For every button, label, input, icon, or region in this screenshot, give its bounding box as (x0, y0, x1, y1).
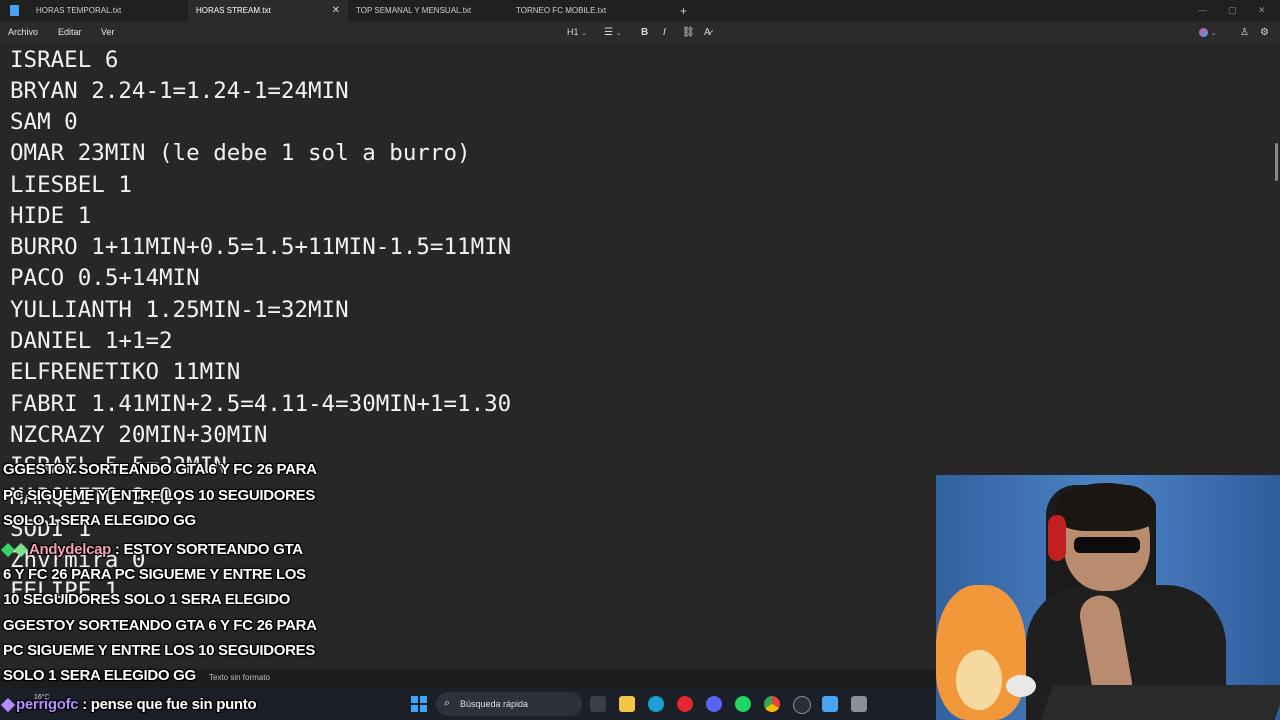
editor-line: OMAR 23MIN (le debe 1 sol a burro) (10, 140, 471, 166)
search-label: Búsqueda rápida (460, 699, 529, 709)
editor-line: NZCRAZY 20MIN+30MIN (10, 422, 268, 448)
menu-edit[interactable]: Editar (58, 22, 82, 43)
chat-text: SOLO 1 SERA ELEGIDO GG (3, 667, 196, 684)
tab-torneo-fc[interactable]: TORNEO FC MOBILE.txt (508, 0, 668, 22)
chat-username[interactable]: Andydelcap (29, 541, 111, 558)
editor-line: BRYAN 2.24-1=1.24-1=24MIN (10, 78, 349, 104)
sparkle-badge-icon (13, 542, 29, 558)
chat-username[interactable]: perrigofc (16, 696, 79, 713)
discord-icon[interactable] (706, 696, 722, 712)
list-icon: ☰ (604, 27, 613, 38)
chrome-icon[interactable] (764, 696, 780, 712)
editor-line: FABRI 1.41MIN+2.5=4.11-4=30MIN+1=1.30 (10, 391, 512, 417)
mouse (1006, 675, 1036, 697)
subscriber-badge-icon (0, 542, 16, 558)
chat-text: GGESTOY SORTEANDO GTA 6 Y FC 26 PARA (3, 461, 317, 478)
close-window-icon[interactable]: ✕ (1258, 0, 1266, 20)
link-icon[interactable]: ⛓ (682, 22, 695, 43)
list-dropdown[interactable]: ☰ ⌄ (604, 22, 622, 44)
spotify-icon[interactable] (735, 696, 751, 712)
chat-line: 10 SEGUIDORES SOLO 1 SERA ELEGIDO (3, 591, 290, 608)
tab-horas-stream[interactable]: HORAS STREAM.txt ✕ (188, 0, 348, 22)
tab-label: HORAS TEMPORAL.txt (36, 6, 122, 15)
format-status[interactable]: Texto sin formato (209, 673, 270, 682)
chat-line: 6 Y FC 26 PARA PC SIGUEME Y ENTRE LOS (3, 566, 306, 583)
chat-text: GGESTOY SORTEANDO GTA 6 Y FC 26 PARA (3, 617, 317, 634)
editor-line: HIDE 1 (10, 203, 92, 229)
chevron-down-icon: ⌄ (1210, 30, 1217, 37)
chat-line: SOLO 1 SERA ELEGIDO GG (3, 667, 196, 684)
edge-icon[interactable] (648, 696, 664, 712)
tab-label: TORNEO FC MOBILE.txt (516, 6, 607, 15)
chat-line: GGESTOY SORTEANDO GTA 6 Y FC 26 PARA (3, 461, 317, 478)
chat-line: Andydelcap : ESTOY SORTEANDO GTA (0, 541, 303, 558)
italic-button[interactable]: I (663, 22, 666, 43)
editor-line: ELFRENETIKO 11MIN (10, 359, 241, 385)
copilot-icon[interactable]: ⌄ (1199, 22, 1217, 44)
chat-text: PC SIGUEME Y ENTRE LOS 10 SEGUIDORES (3, 642, 316, 659)
chat-line: perrigofc : pense que fue sin punto (0, 696, 257, 713)
bold-button[interactable]: B (641, 22, 648, 43)
tab-label: HORAS STREAM.txt (196, 6, 271, 15)
editor-line: YULLIANTH 1.25MIN-1=32MIN (10, 297, 349, 323)
chat-text: PC SIGUEME Y ENTRE LOS 10 SEGUIDORES (3, 487, 316, 504)
chat-text: : pense que fue sin punto (82, 696, 257, 713)
menu-file[interactable]: Archivo (8, 22, 38, 43)
chat-line: PC SIGUEME Y ENTRE LOS 10 SEGUIDORES (3, 642, 315, 659)
chat-text: SOLO 1 SERA ELEGIDO GG (3, 512, 196, 529)
menu-bar: Archivo Editar Ver H1 ⌄ ☰ ⌄ B I ⛓ A̷ ⌄ ♙… (0, 22, 1280, 43)
account-icon[interactable]: ♙ (1240, 22, 1249, 43)
webcam-overlay (936, 475, 1280, 720)
vertical-scrollbar[interactable] (1275, 143, 1278, 181)
start-button[interactable] (411, 696, 427, 712)
tab-horas-temporal[interactable]: HORAS TEMPORAL.txt (28, 0, 188, 22)
opera-icon[interactable] (677, 696, 693, 712)
tab-label: TOP SEMANAL Y MENSUAL.txt (356, 6, 472, 15)
chevron-down-icon: ⌄ (581, 30, 587, 37)
file-explorer-icon[interactable] (619, 696, 635, 712)
subscriber-badge-icon (0, 697, 16, 713)
notepad-app-icon (10, 5, 19, 16)
editor-line: DANIEL 1+1=2 (10, 328, 173, 354)
clear-format-icon[interactable]: A̷ (704, 22, 711, 43)
chat-text: : ESTOY SORTEANDO GTA (114, 541, 303, 558)
heading-dropdown[interactable]: H1 ⌄ (567, 22, 587, 44)
maximize-icon[interactable]: ▢ (1228, 0, 1237, 20)
taskbar-search[interactable]: ⌕ Búsqueda rápida (436, 692, 582, 716)
sunglasses (1074, 537, 1140, 553)
calculator-icon[interactable] (851, 696, 867, 712)
tab-top-semanal[interactable]: TOP SEMANAL Y MENSUAL.txt (348, 0, 508, 22)
notepad-icon[interactable] (822, 696, 838, 712)
editor-line: SAM 0 (10, 109, 78, 135)
headset (1048, 515, 1066, 561)
new-tab-button[interactable]: + (680, 0, 687, 22)
chat-text: 6 Y FC 26 PARA PC SIGUEME Y ENTRE LOS (3, 566, 306, 583)
close-tab-icon[interactable]: ✕ (332, 0, 340, 22)
menu-view[interactable]: Ver (101, 22, 115, 43)
chat-line: GGESTOY SORTEANDO GTA 6 Y FC 26 PARA (3, 617, 317, 634)
search-icon: ⌕ (444, 697, 451, 709)
obs-icon[interactable] (793, 696, 811, 714)
heading-label: H1 (567, 27, 579, 37)
task-view-icon[interactable] (590, 696, 606, 712)
chat-line: SOLO 1 SERA ELEGIDO GG (3, 512, 196, 529)
chat-text: 10 SEGUIDORES SOLO 1 SERA ELEGIDO (3, 591, 291, 608)
editor-line: LIESBEL 1 (10, 172, 132, 198)
tab-bar: HORAS TEMPORAL.txt HORAS STREAM.txt ✕ TO… (0, 0, 1280, 22)
editor-line: PACO 0.5+14MIN (10, 265, 200, 291)
editor-line: BURRO 1+11MIN+0.5=1.5+11MIN-1.5=11MIN (10, 234, 512, 260)
gear-icon[interactable]: ⚙ (1260, 22, 1269, 43)
editor-line: ISRAEL 6 (10, 47, 119, 73)
chat-line: PC SIGUEME Y ENTRE LOS 10 SEGUIDORES (3, 487, 315, 504)
chevron-down-icon: ⌄ (615, 30, 622, 37)
keyboard (1038, 685, 1280, 720)
minimize-icon[interactable]: — (1198, 0, 1207, 20)
